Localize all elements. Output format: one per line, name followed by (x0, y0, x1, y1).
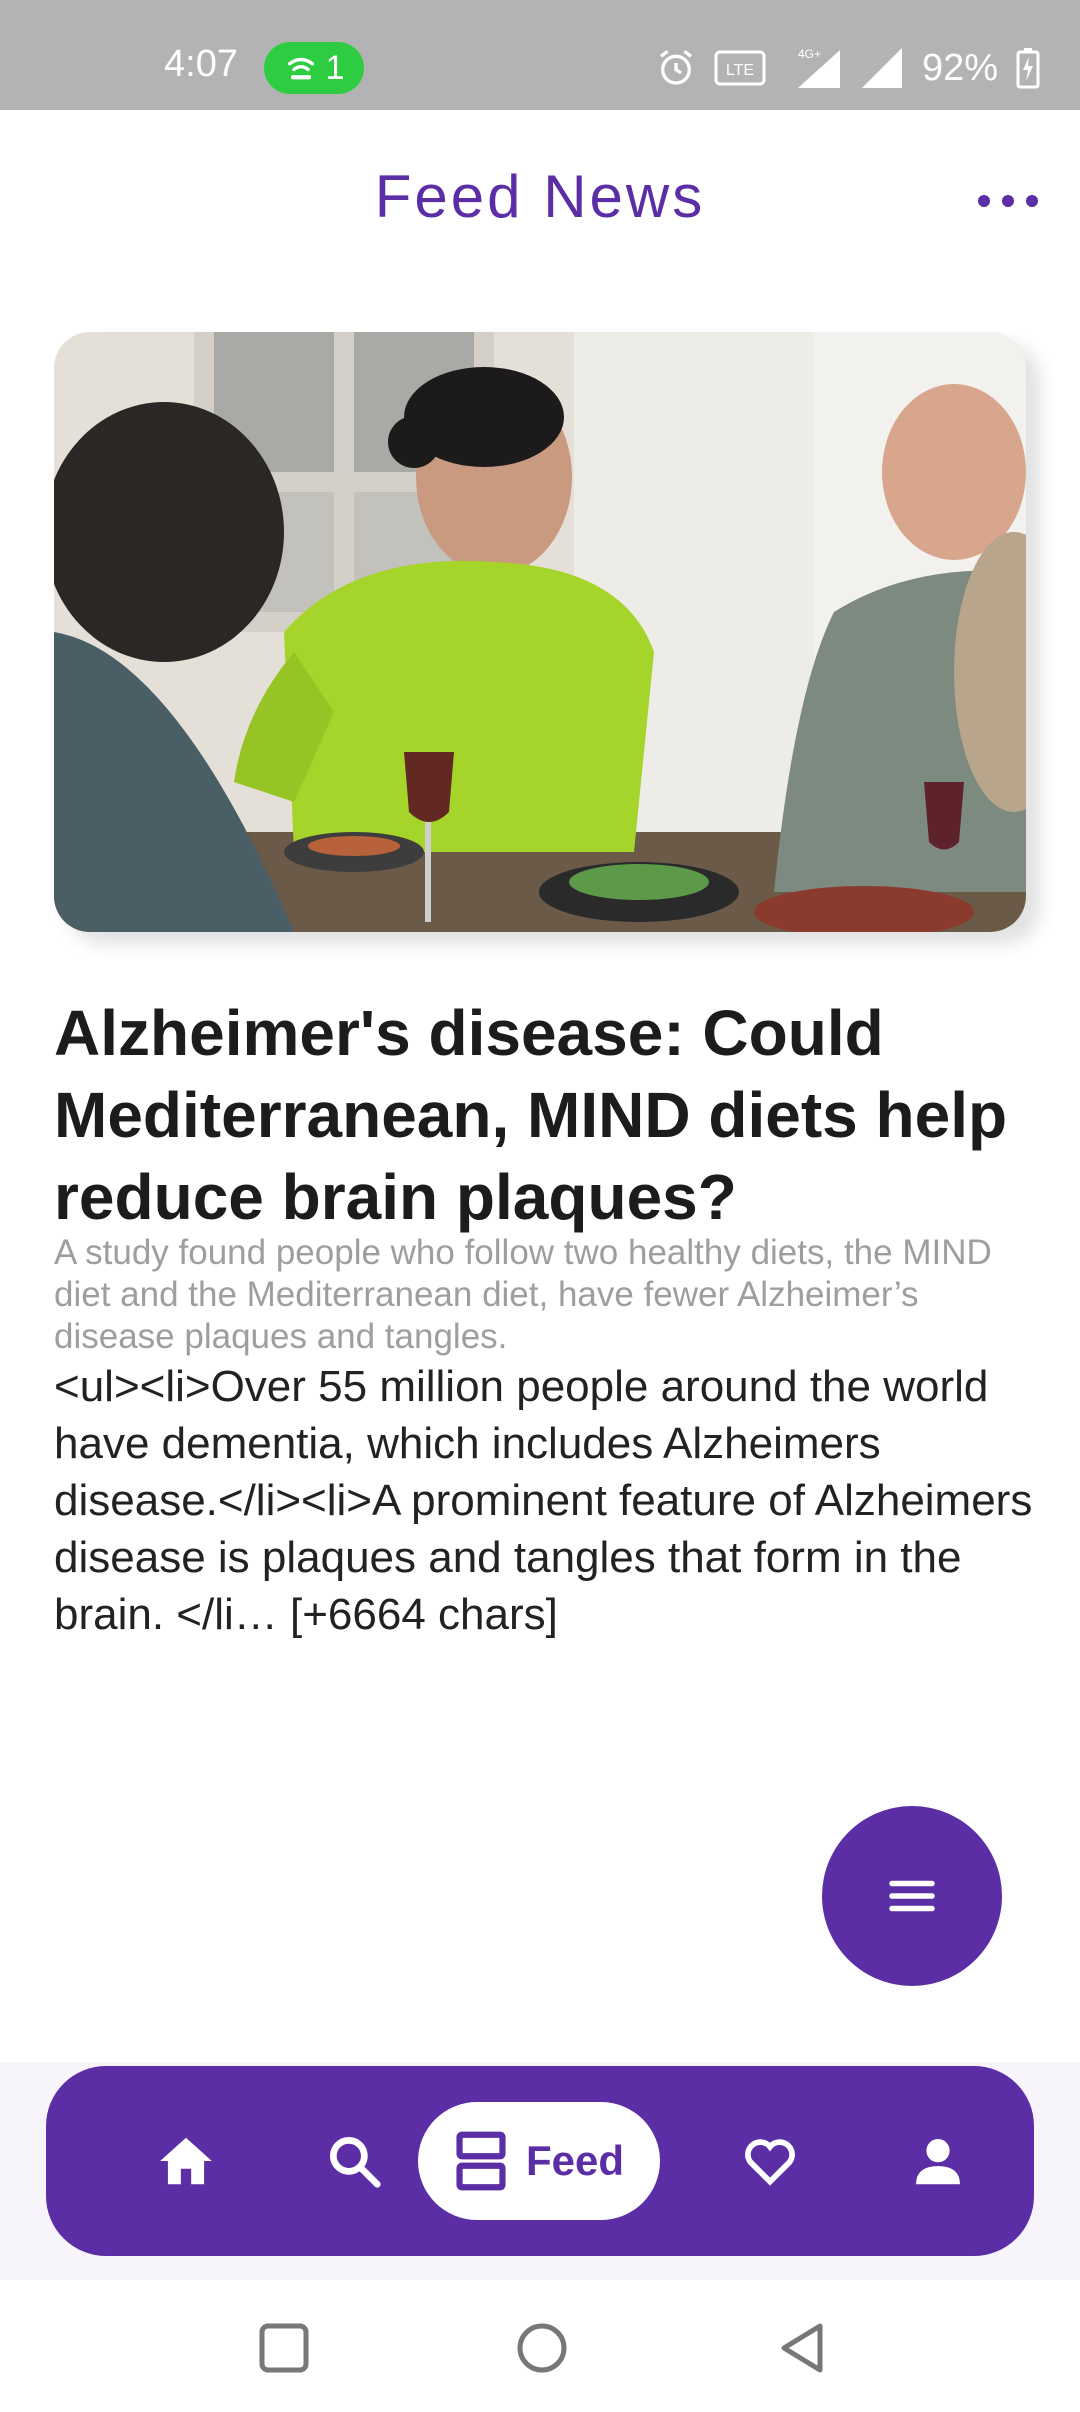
nav-profile-button[interactable] (858, 2066, 1018, 2256)
hotspot-badge: 1 (264, 42, 364, 94)
app-screen: 4:07 1 LTE 4G+ 92% Feed News Alzheimer's… (0, 0, 1080, 2412)
back-button[interactable] (762, 2308, 842, 2388)
article-title[interactable]: Alzheimer's disease: Could Mediterranean… (54, 992, 1026, 1238)
circle-icon (517, 2323, 567, 2373)
alarm-icon (659, 50, 692, 85)
heart-icon (745, 2139, 795, 2186)
signal-4g-icon: 4G+ (797, 47, 840, 88)
article-summary: A study found people who follow two heal… (54, 1233, 992, 1356)
status-icons: LTE 4G+ 92% (656, 40, 1040, 96)
menu-fab-button[interactable] (822, 1806, 1002, 1986)
nav-feed-label: Feed (525, 2137, 625, 2184)
article-image[interactable] (54, 332, 1026, 932)
nav-feed-button[interactable]: Feed (418, 2102, 660, 2220)
system-nav-bar (0, 2280, 1080, 2412)
battery-charging-icon (1016, 48, 1040, 89)
recents-button[interactable] (244, 2308, 324, 2388)
svg-text:4G+: 4G+ (798, 47, 821, 61)
status-bar: 4:07 1 LTE 4G+ 92% (0, 0, 1080, 110)
menu-icon (889, 1880, 935, 1912)
back-triangle-icon (781, 2323, 823, 2373)
battery-percent: 92% (921, 46, 998, 89)
hotspot-count: 1 (325, 48, 345, 87)
square-icon (259, 2323, 309, 2373)
status-time: 4:07 (164, 43, 238, 85)
search-icon (329, 2136, 381, 2188)
home-icon (160, 2137, 212, 2185)
volte-icon: LTE (714, 50, 766, 86)
more-options-button[interactable] (978, 186, 1038, 216)
article-content: <ul><li>Over 55 million people around th… (54, 1362, 1033, 1639)
nav-home-button[interactable] (106, 2066, 266, 2256)
home-system-button[interactable] (502, 2308, 582, 2388)
svg-text:LTE: LTE (726, 62, 754, 79)
hotspot-icon (287, 57, 314, 80)
more-horizontal-icon (978, 195, 990, 207)
app-header: Feed News (0, 110, 1080, 280)
signal-icon (861, 48, 902, 88)
feed-icon (456, 2131, 506, 2191)
nav-search-button[interactable] (274, 2066, 434, 2256)
person-icon (916, 2139, 960, 2185)
nav-favorites-button[interactable] (690, 2066, 850, 2256)
article-photo (54, 332, 1026, 932)
page-title: Feed News (374, 163, 706, 230)
bottom-nav-bar: Feed (46, 2066, 1034, 2256)
